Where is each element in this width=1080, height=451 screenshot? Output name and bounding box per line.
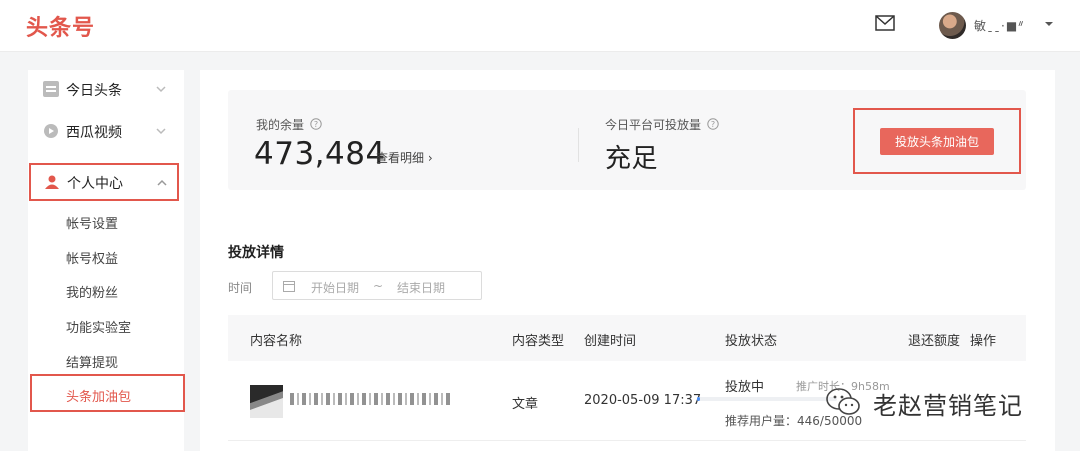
date-range-picker[interactable]: 开始日期 ~ 结束日期 — [272, 271, 482, 300]
end-date-input[interactable]: 结束日期 — [397, 279, 445, 296]
column-header: 内容名称 — [250, 334, 303, 349]
platform-capacity-value: 充足 — [605, 144, 659, 174]
calendar-icon — [283, 281, 295, 292]
content-type: 文章 — [512, 397, 539, 412]
chevron-down-icon[interactable] — [1044, 20, 1054, 28]
boost-button[interactable]: 投放头条加油包 — [880, 128, 994, 155]
balance-label: 我的余量 — [256, 118, 305, 132]
avatar[interactable] — [939, 12, 966, 39]
xigua-icon — [44, 124, 58, 138]
sidebar-item-personal-center[interactable]: 个人中心 — [29, 163, 179, 201]
column-header: 投放状态 — [725, 334, 778, 349]
sidebar-item-label: 今日头条 — [66, 83, 122, 99]
logo[interactable]: 头条号 — [26, 10, 95, 42]
help-icon[interactable]: ? — [310, 118, 322, 130]
content-title-redacted[interactable] — [290, 393, 450, 405]
sidebar-item-toutiao[interactable]: 今日头条 — [28, 70, 184, 108]
created-time: 2020-05-09 17:37 — [584, 393, 702, 408]
column-header: 内容类型 — [512, 334, 565, 349]
sidebar-item-fans[interactable]: 我的粉丝 — [66, 282, 118, 301]
column-header: 操作 — [970, 334, 997, 349]
svg-text:?: ? — [314, 120, 318, 129]
content-thumbnail[interactable] — [250, 385, 283, 418]
chevron-down-icon — [156, 128, 166, 135]
sidebar-item-lab[interactable]: 功能实验室 — [66, 317, 131, 336]
sidebar-item-boost-pack[interactable]: 头条加油包 — [30, 374, 185, 412]
wechat-icon — [826, 388, 860, 415]
view-detail-link[interactable]: 查看明细 › — [376, 149, 433, 166]
start-date-input[interactable]: 开始日期 — [311, 279, 359, 296]
toutiao-icon — [43, 81, 59, 97]
user-icon — [45, 175, 59, 189]
sidebar-item-xigua[interactable]: 西瓜视频 — [28, 112, 184, 150]
sidebar-item-settlement[interactable]: 结算提现 — [66, 352, 118, 371]
sidebar-item-label: 西瓜视频 — [66, 125, 122, 141]
sidebar-item-account-rights[interactable]: 帐号权益 — [66, 248, 118, 267]
section-title: 投放详情 — [228, 245, 284, 261]
help-icon[interactable]: ? — [707, 118, 719, 130]
delivery-progress — [697, 397, 837, 401]
time-label: 时间 — [228, 281, 253, 295]
platform-capacity-label: 今日平台可投放量 — [605, 118, 702, 132]
username[interactable]: 敏ˍˍ·■ᐥ — [974, 17, 1025, 34]
chevron-up-icon — [157, 179, 167, 186]
svg-text:?: ? — [711, 120, 715, 129]
mail-icon[interactable] — [875, 15, 895, 31]
date-separator: ~ — [373, 279, 384, 293]
boost-highlight: 投放头条加油包 — [853, 108, 1021, 174]
balance-value: 473,484 — [254, 136, 386, 172]
sidebar: 今日头条 西瓜视频 个人中心 帐号设置 帐号权益 我的粉丝 功能实验室 结算提现… — [28, 70, 185, 451]
divider — [578, 128, 579, 162]
summary-card: 我的余量 ? 473,484 查看明细 › 今日平台可投放量 ? 充足 投放头条… — [228, 90, 1026, 190]
progress-fill — [697, 397, 700, 401]
column-header: 创建时间 — [584, 334, 637, 349]
chevron-down-icon — [156, 86, 166, 93]
delivery-status: 投放中 — [725, 380, 765, 395]
sidebar-item-label: 个人中心 — [67, 176, 123, 192]
column-header: 退还额度 — [908, 334, 961, 349]
table-header: 内容名称 内容类型 创建时间 投放状态 退还额度 操作 — [228, 315, 1026, 361]
sidebar-item-account-settings[interactable]: 帐号设置 — [66, 213, 118, 232]
watermark-text: 老赵营销笔记 — [873, 392, 1023, 420]
top-bar: 头条号 敏ˍˍ·■ᐥ — [0, 0, 1080, 52]
